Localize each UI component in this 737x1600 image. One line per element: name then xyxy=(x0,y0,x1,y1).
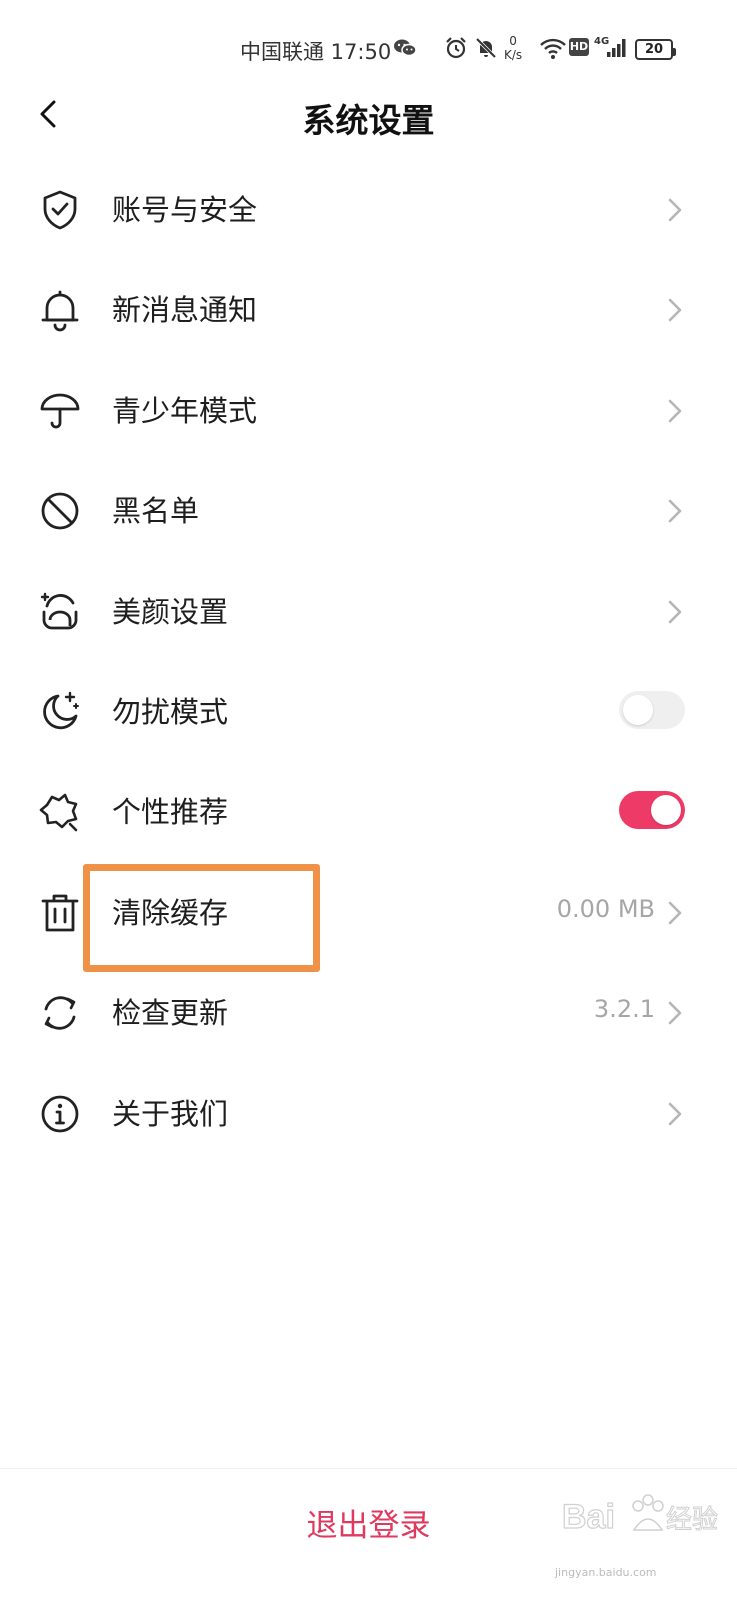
settings-item-label: 清除缓存 xyxy=(112,895,229,930)
svg-text:经验: 经验 xyxy=(666,1505,718,1535)
baidu-watermark-logo: Bai 经验 xyxy=(561,1494,719,1537)
star-badge-icon xyxy=(39,794,78,832)
chevron-right-icon xyxy=(668,499,682,523)
do-not-disturb-toggle[interactable] xyxy=(619,690,685,729)
settings-item-label: 关于我们 xyxy=(112,1096,229,1131)
toggle-knob xyxy=(623,694,653,725)
settings-item-teen-mode[interactable]: 青少年模式 xyxy=(0,359,737,459)
info-circle-icon xyxy=(41,1095,79,1132)
settings-item-label: 勿扰模式 xyxy=(112,694,229,729)
settings-item-blacklist[interactable]: 黑名单 xyxy=(0,459,737,559)
settings-item-beauty[interactable]: 美颜设置 xyxy=(0,560,737,660)
baidu-watermark-url: jingyan.baidu.com xyxy=(555,1566,657,1579)
nav-bar: 系统设置 xyxy=(0,80,737,150)
settings-item-notifications[interactable]: 新消息通知 xyxy=(0,258,737,358)
signal-icon xyxy=(607,39,626,57)
wifi-icon xyxy=(540,38,566,59)
settings-item-label: 新消息通知 xyxy=(112,293,258,328)
battery-indicator: 20 xyxy=(635,39,673,60)
svg-text:Bai: Bai xyxy=(562,1498,615,1536)
hd-badge: HD xyxy=(569,38,589,56)
chevron-right-icon xyxy=(668,399,682,423)
settings-item-label: 个性推荐 xyxy=(112,795,229,830)
status-bar: 中国联通 17:50 0 K/s HD 4G 20 xyxy=(0,28,737,72)
page-title: 系统设置 xyxy=(302,101,435,140)
settings-item-label: 美颜设置 xyxy=(112,594,229,629)
net-speed: 0 K/s xyxy=(504,34,523,62)
battery-level: 20 xyxy=(644,42,664,57)
settings-item-about-us[interactable]: 关于我们 xyxy=(0,1062,737,1162)
settings-item-do-not-disturb: 勿扰模式 xyxy=(0,660,737,760)
settings-item-label: 黑名单 xyxy=(112,494,200,529)
trash-icon xyxy=(41,894,79,932)
face-sparkle-icon xyxy=(40,592,78,629)
settings-item-account-security[interactable]: 账号与安全 xyxy=(0,158,737,258)
carrier-time: 中国联通 17:50 xyxy=(240,40,392,64)
wechat-icon xyxy=(394,39,417,57)
chevron-right-icon xyxy=(668,600,682,623)
app-version-value: 3.2.1 xyxy=(593,995,655,1024)
cache-size-value: 0.00 MB xyxy=(556,894,655,923)
chevron-right-icon xyxy=(668,1102,682,1125)
refresh-icon xyxy=(44,996,76,1030)
moon-stars-icon xyxy=(43,691,79,730)
bell-icon xyxy=(41,290,79,332)
settings-item-personalized-recommendation: 个性推荐 xyxy=(0,760,737,860)
chevron-right-icon xyxy=(668,198,682,222)
toggle-knob xyxy=(651,795,681,826)
chevron-right-icon xyxy=(668,1001,682,1025)
settings-item-label: 账号与安全 xyxy=(112,193,258,227)
personalized-recommendation-toggle[interactable] xyxy=(619,791,685,830)
settings-item-clear-cache[interactable]: 清除缓存 0.00 MB xyxy=(0,861,737,961)
mute-bell-icon xyxy=(475,37,497,59)
alarm-icon xyxy=(446,37,466,59)
settings-item-label: 检查更新 xyxy=(112,996,229,1031)
block-icon xyxy=(41,492,79,530)
chevron-right-icon xyxy=(668,299,682,322)
settings-item-label: 青少年模式 xyxy=(112,393,258,428)
umbrella-icon xyxy=(40,393,80,429)
chevron-right-icon xyxy=(668,901,682,925)
settings-item-check-update[interactable]: 检查更新 3.2.1 xyxy=(0,961,737,1061)
battery-nub xyxy=(673,48,676,56)
shield-check-icon xyxy=(43,190,77,230)
settings-list: 账号与安全 新消息通知 青少年模式 黑名单 美颜设置 勿扰模式 个性推荐 清除缓… xyxy=(0,158,737,1162)
bottom-divider xyxy=(0,1468,737,1469)
